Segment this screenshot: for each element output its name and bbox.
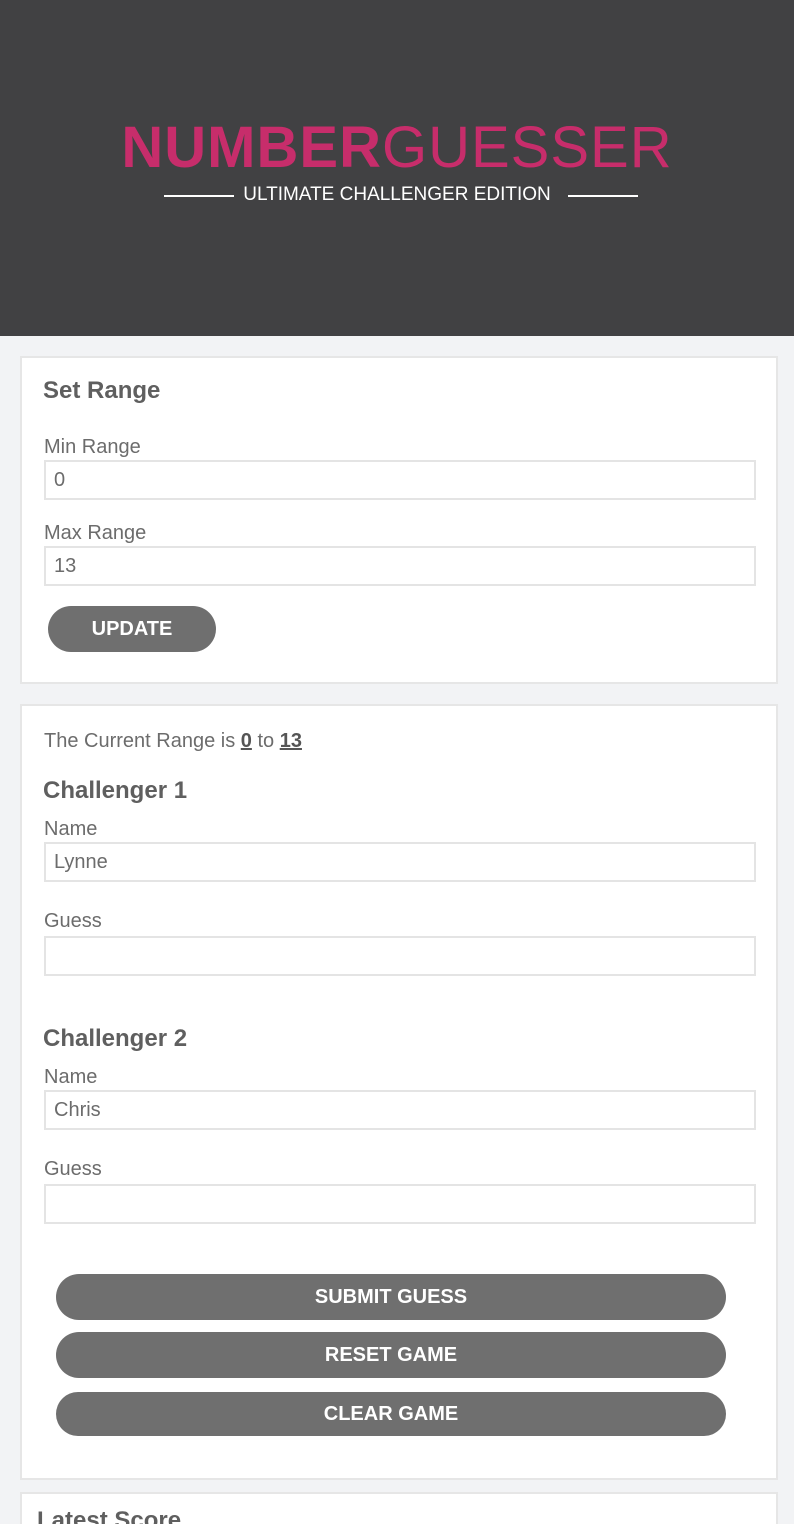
challenger1-guess-label: Guess <box>44 910 102 932</box>
max-range-input[interactable] <box>44 546 756 586</box>
latest-score-card: Latest Score <box>20 1492 778 1524</box>
range-max-value: 13 <box>279 730 302 752</box>
challenger1-name-input[interactable] <box>44 842 756 882</box>
range-joiner: to <box>257 730 275 752</box>
challenger1-title: Challenger 1 <box>43 777 188 804</box>
update-button[interactable]: UPDATE <box>48 606 216 652</box>
challenger1-name-label: Name <box>44 818 98 840</box>
min-range-label: Min Range <box>44 436 141 458</box>
submit-guess-button[interactable]: SUBMIT GUESS <box>56 1274 726 1320</box>
logo-light-text: GUESSER <box>381 115 673 180</box>
current-range-text: The Current Range is 0 to 13 <box>44 728 302 754</box>
reset-game-button[interactable]: RESET GAME <box>56 1332 726 1378</box>
set-range-card: Set Range Min Range Max Range UPDATE <box>20 356 778 684</box>
challenger1-guess-input[interactable] <box>44 936 756 976</box>
challenger2-name-label: Name <box>44 1066 98 1088</box>
game-card: The Current Range is 0 to 13 Challenger … <box>20 704 778 1480</box>
tagline-divider-right <box>568 195 638 197</box>
challenger2-name-input[interactable] <box>44 1090 756 1130</box>
clear-game-button[interactable]: CLEAR GAME <box>56 1392 726 1436</box>
latest-score-title: Latest Score <box>37 1507 182 1524</box>
min-range-input[interactable] <box>44 460 756 500</box>
logo-bold-text: NUMBER <box>121 115 382 180</box>
set-range-title: Set Range <box>43 377 161 404</box>
tagline: ULTIMATE CHALLENGER EDITION <box>243 184 551 205</box>
app-logo: NUMBERGUESSER <box>0 116 794 180</box>
max-range-label: Max Range <box>44 522 147 544</box>
page-header: NUMBERGUESSER ULTIMATE CHALLENGER EDITIO… <box>0 0 794 336</box>
challenger2-guess-label: Guess <box>44 1158 102 1180</box>
challenger2-title: Challenger 2 <box>43 1025 188 1052</box>
range-prefix: The Current Range is <box>44 730 236 752</box>
range-min-value: 0 <box>240 730 252 752</box>
challenger2-guess-input[interactable] <box>44 1184 756 1224</box>
